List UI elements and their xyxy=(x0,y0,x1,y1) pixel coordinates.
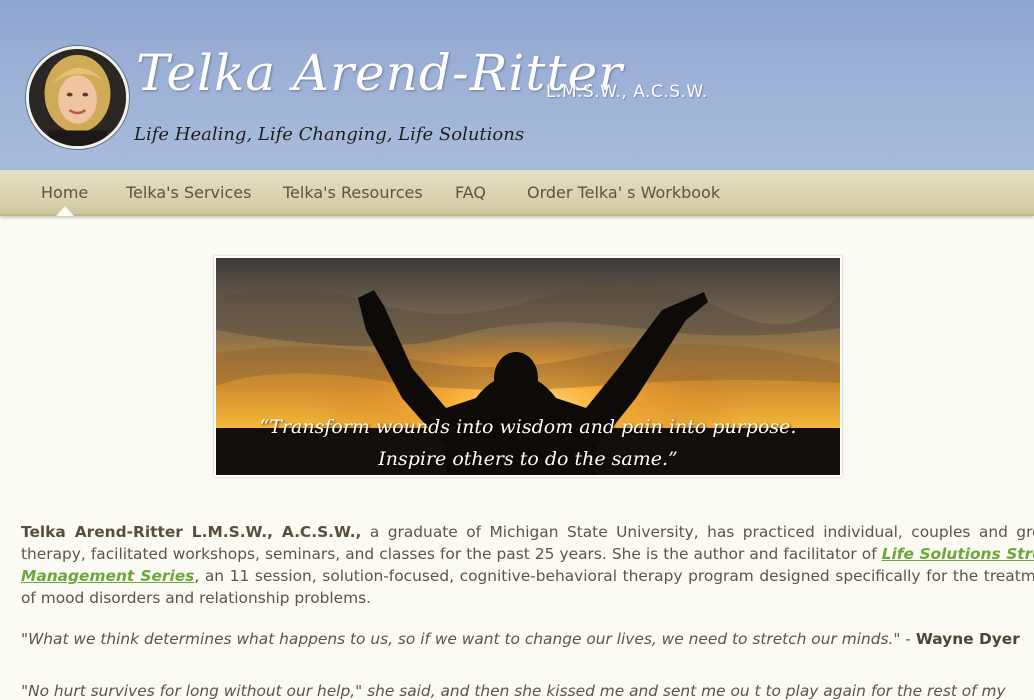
quote1-text: "What we think determines what happens t… xyxy=(21,630,901,648)
profile-photo-image xyxy=(29,49,126,146)
quote-wayne-dyer: "What we think determines what happens t… xyxy=(21,630,1020,648)
banner-quote-line2: Inspire others to do the same.” xyxy=(378,448,678,470)
quote1-separator: - xyxy=(900,630,916,648)
main-nav: Home Telka's Services Telka's Resources … xyxy=(0,170,1034,216)
nav-item-home[interactable]: Home xyxy=(41,183,88,202)
intro-name: Telka Arend-Ritter L.M.S.W., A.C.S.W., xyxy=(21,523,362,541)
nav-item-services[interactable]: Telka's Services xyxy=(126,183,251,202)
active-nav-indicator xyxy=(56,206,74,216)
banner-quote-line1: “Transform wounds into wisdom and pain i… xyxy=(259,416,797,438)
site-header: Telka Arend-Ritter L.M.S.W., A.C.S.W. Li… xyxy=(0,0,1034,170)
profile-photo xyxy=(26,46,129,149)
nav-item-resources[interactable]: Telka's Resources xyxy=(283,183,423,202)
quote1-author: Wayne Dyer xyxy=(915,630,1020,648)
site-credentials: L.M.S.W., A.C.S.W. xyxy=(546,82,708,102)
sunset-silhouette-image xyxy=(216,258,840,475)
nav-item-faq[interactable]: FAQ xyxy=(455,183,486,202)
intro-paragraph: Telka Arend-Ritter L.M.S.W., A.C.S.W., a… xyxy=(21,521,1034,609)
nav-item-order-workbook[interactable]: Order Telka' s Workbook xyxy=(527,183,720,202)
quote-no-hurt: "No hurt survives for long without our h… xyxy=(21,682,1006,700)
hero-banner: “Transform wounds into wisdom and pain i… xyxy=(214,256,842,477)
site-tagline: Life Healing, Life Changing, Life Soluti… xyxy=(134,124,525,145)
